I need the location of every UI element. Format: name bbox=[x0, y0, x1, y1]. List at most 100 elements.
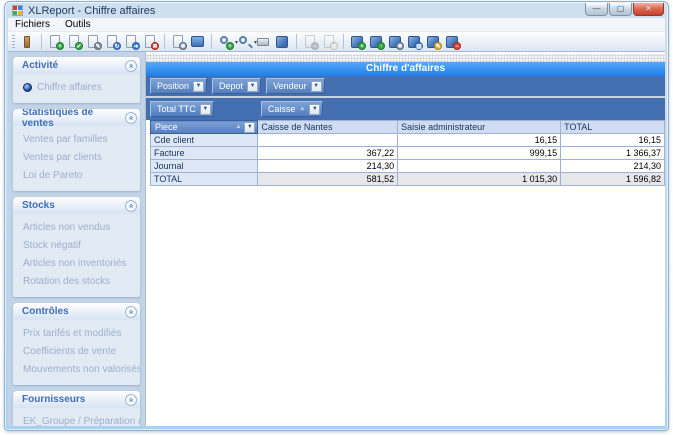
filter-caisse-button[interactable]: Caisse ▲ ▼ bbox=[260, 101, 324, 117]
cell-value: 214,30 bbox=[560, 159, 665, 173]
close-button[interactable]: ✕ bbox=[633, 3, 664, 16]
toolbar: ▾ ▾ bbox=[8, 32, 665, 52]
cube-settings-icon[interactable] bbox=[387, 34, 404, 50]
collapse-icon[interactable]: « bbox=[125, 305, 137, 318]
toolbar-separator bbox=[164, 34, 165, 49]
bookmark-icon[interactable] bbox=[19, 34, 36, 50]
window-controls: — ▢ ✕ bbox=[585, 3, 664, 16]
dropdown-icon[interactable]: ▼ bbox=[244, 121, 256, 133]
maximize-button[interactable]: ▢ bbox=[609, 3, 632, 16]
report-refresh-icon[interactable] bbox=[104, 34, 121, 50]
filter-vendeur-button[interactable]: Vendeur ▼ bbox=[266, 78, 325, 94]
sidebar-section-controles: Contrôles « Prix tarifés et modifiés Coe… bbox=[13, 303, 140, 385]
dropdown-icon[interactable]: ▼ bbox=[310, 80, 322, 92]
table-row-cde-client[interactable]: Cde client 16,15 16,15 bbox=[149, 133, 665, 147]
pivot-table: Piece ▲ ▼ Caisse de Nantes Saisie admini… bbox=[149, 120, 665, 186]
sidebar-item-chiffre-affaires[interactable]: Chiffre affaires bbox=[13, 79, 140, 97]
row-field-header-piece[interactable]: Piece ▲ ▼ bbox=[149, 120, 259, 134]
sidebar-item-articles-non-inventories[interactable]: Articles non inventoriés bbox=[13, 255, 140, 273]
minimize-button[interactable]: — bbox=[585, 3, 608, 16]
print-icon[interactable] bbox=[255, 34, 272, 50]
cube-upload-icon[interactable] bbox=[368, 34, 385, 50]
sidebar-item-ventes-familles[interactable]: Ventes par familles bbox=[13, 131, 140, 149]
cube-edit-icon[interactable] bbox=[425, 34, 442, 50]
sidebar-section-activite: Activité « Chiffre affaires bbox=[13, 57, 140, 103]
sidebar-section-stocks: Stocks « Articles non vendus Stock négat… bbox=[13, 197, 140, 297]
app-window: XLReport - Chiffre affaires — ▢ ✕ Fichie… bbox=[4, 1, 669, 431]
cell-value: 1 366,37 bbox=[560, 146, 665, 160]
column-header-caisse-nantes[interactable]: Caisse de Nantes bbox=[257, 120, 399, 134]
content-area: Activité « Chiffre affaires Statistiques… bbox=[8, 52, 665, 426]
filter-position-button[interactable]: Position ▼ bbox=[150, 78, 208, 94]
sidebar-item-stock-negatif[interactable]: Stock négatif bbox=[13, 237, 140, 255]
table-row-total[interactable]: TOTAL 581,52 1 015,30 1 596,82 bbox=[149, 172, 665, 186]
report-add-icon[interactable] bbox=[47, 34, 64, 50]
section-title: Stocks bbox=[22, 200, 55, 211]
menu-fichiers[interactable]: Fichiers bbox=[15, 19, 50, 30]
workbook-export-icon[interactable] bbox=[274, 34, 291, 50]
section-header-activite: Activité « bbox=[13, 57, 140, 74]
panel-grip-strip bbox=[146, 54, 665, 62]
sidebar-item-loi-pareto[interactable]: Loi de Pareto bbox=[13, 167, 140, 185]
cell-value bbox=[397, 159, 562, 173]
menu-outils[interactable]: Outils bbox=[65, 19, 91, 30]
section-header-controles: Contrôles « bbox=[13, 303, 140, 320]
dropdown-icon[interactable]: ▼ bbox=[199, 103, 211, 115]
row-label: Facture bbox=[149, 146, 259, 160]
collapse-icon[interactable]: « bbox=[125, 111, 137, 124]
report-check-icon[interactable] bbox=[66, 34, 83, 50]
filter-row-2: Total TTC ▼ Caisse ▲ ▼ bbox=[146, 98, 665, 120]
sidebar-item-ventes-clients[interactable]: Ventes par clients bbox=[13, 149, 140, 167]
toolbar-separator bbox=[343, 34, 344, 49]
report-run-icon[interactable] bbox=[170, 34, 187, 50]
dropdown-icon[interactable]: ▼ bbox=[309, 103, 321, 115]
section-title: Fournisseurs bbox=[22, 394, 86, 405]
sidebar-item-mouvements-non-valorises[interactable]: Mouvements non valorisés bbox=[13, 361, 140, 379]
window-title: XLReport - Chiffre affaires bbox=[28, 4, 156, 17]
cell-value: 1 596,82 bbox=[560, 172, 665, 186]
sidebar-section-fournisseurs: Fournisseurs « EK_Groupe / Préparation c… bbox=[13, 391, 140, 426]
zoom-select-icon[interactable]: ▾ bbox=[236, 34, 257, 50]
app-icon bbox=[12, 5, 23, 16]
report-delete-icon[interactable] bbox=[142, 34, 159, 50]
sidebar-item-articles-non-vendus[interactable]: Articles non vendus bbox=[13, 219, 140, 237]
zoom-in-icon[interactable]: ▾ bbox=[217, 34, 238, 50]
cube-remove-icon[interactable] bbox=[444, 34, 461, 50]
collapse-icon[interactable]: « bbox=[125, 393, 137, 406]
row-label: Journal bbox=[149, 159, 259, 173]
title-bar[interactable]: XLReport - Chiffre affaires — ▢ ✕ bbox=[5, 2, 668, 18]
collapse-icon[interactable]: « bbox=[125, 199, 137, 212]
client-area: Fichiers Outils ▾ ▾ bbox=[8, 18, 665, 426]
filter-row-1: Position ▼ Depot ▼ Vendeur ▼ bbox=[146, 76, 665, 98]
cell-value: 367,22 bbox=[257, 146, 399, 160]
page-remove-icon bbox=[302, 34, 319, 50]
section-body: Ventes par familles Ventes par clients L… bbox=[13, 126, 140, 191]
report-edit-icon[interactable] bbox=[85, 34, 102, 50]
sidebar-item-coefficients-vente[interactable]: Coefficients de vente bbox=[13, 343, 140, 361]
table-row-facture[interactable]: Facture 367,22 999,15 1 366,37 bbox=[149, 146, 665, 160]
menu-bar: Fichiers Outils bbox=[8, 18, 665, 32]
cube-add-icon[interactable] bbox=[349, 34, 366, 50]
report-export-icon[interactable] bbox=[123, 34, 140, 50]
sidebar-item-rotation-stocks[interactable]: Rotation des stocks bbox=[13, 273, 140, 291]
collapse-icon[interactable]: « bbox=[125, 59, 137, 72]
dropdown-icon[interactable]: ▼ bbox=[193, 80, 205, 92]
dropdown-icon[interactable]: ▼ bbox=[247, 80, 259, 92]
column-header-saisie-administrateur[interactable]: Saisie administrateur bbox=[397, 120, 562, 134]
table-row-journal[interactable]: Journal 214,30 214,30 bbox=[149, 159, 665, 173]
cube-report-icon[interactable] bbox=[406, 34, 423, 50]
section-body: Prix tarifés et modifiés Coefficients de… bbox=[13, 320, 140, 385]
toolbar-separator bbox=[41, 34, 42, 49]
toolbar-separator bbox=[296, 34, 297, 49]
filter-total-ttc-button[interactable]: Total TTC ▼ bbox=[150, 101, 214, 117]
column-header-total[interactable]: TOTAL bbox=[560, 120, 665, 134]
cell-value: 1 015,30 bbox=[397, 172, 562, 186]
preview-window-icon[interactable] bbox=[189, 34, 206, 50]
sidebar-item-prix-tarifes[interactable]: Prix tarifés et modifiés bbox=[13, 325, 140, 343]
sidebar-section-statistiques: Statistiques de ventes « Ventes par fami… bbox=[13, 109, 140, 191]
section-title: Contrôles bbox=[22, 306, 69, 317]
cell-value: 999,15 bbox=[397, 146, 562, 160]
filter-depot-button[interactable]: Depot ▼ bbox=[212, 78, 262, 94]
sidebar-item-ek-groupe[interactable]: EK_Groupe / Préparation command... bbox=[13, 413, 140, 426]
report-title: Chiffre d'affaires bbox=[146, 62, 665, 76]
